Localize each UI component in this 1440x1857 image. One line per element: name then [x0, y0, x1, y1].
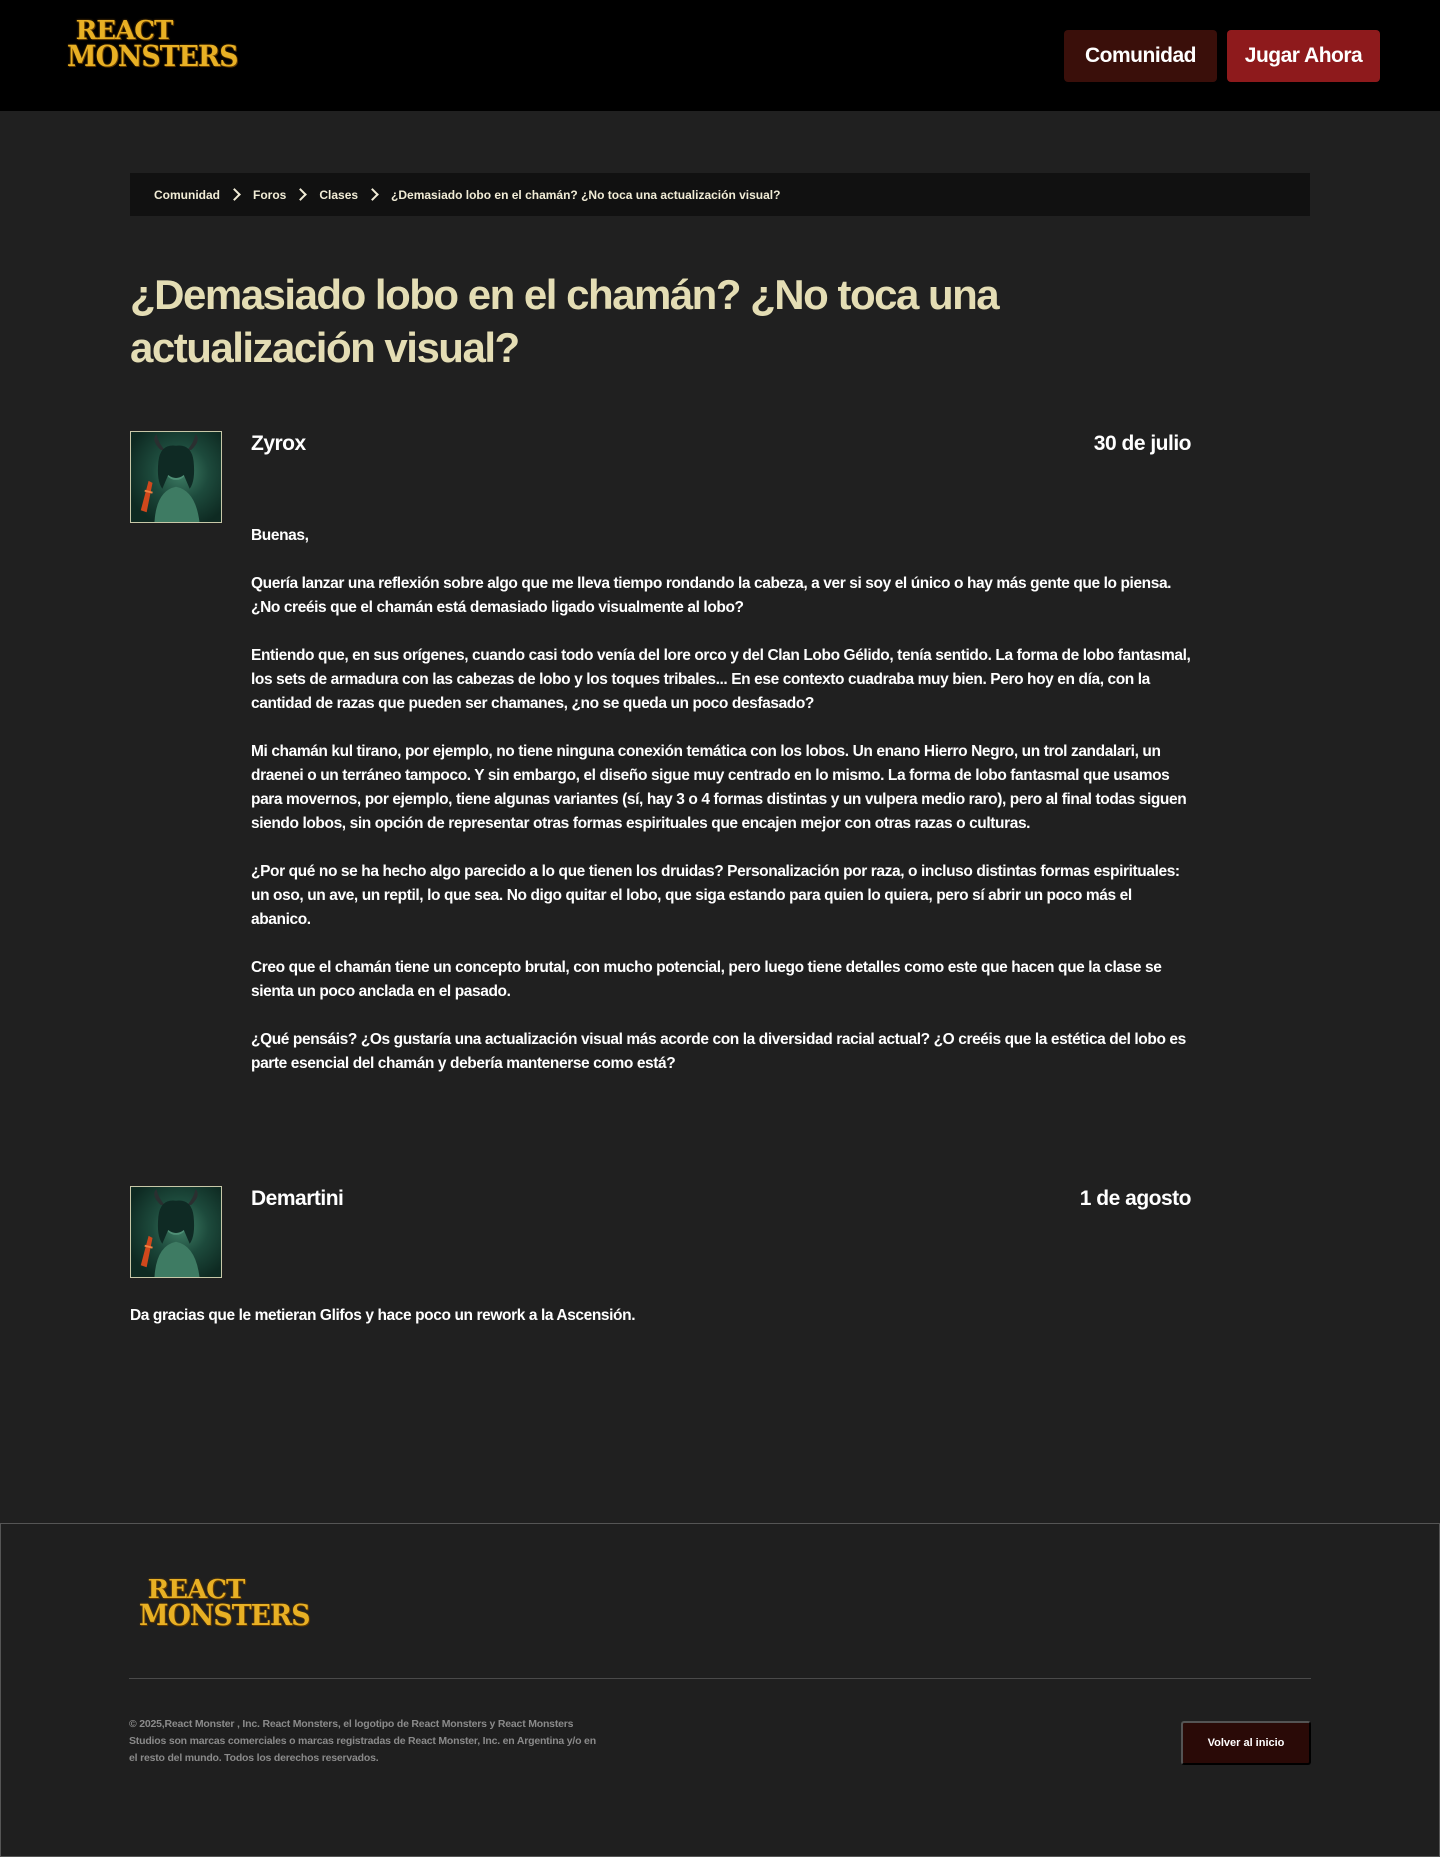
breadcrumb-item-current[interactable]: ¿Demasiado lobo en el chamán? ¿No toca u…	[391, 188, 780, 202]
community-button[interactable]: Comunidad	[1064, 30, 1217, 82]
demon-avatar-icon	[140, 433, 200, 522]
site-footer: REACT MONSTERS © 2025,React Monster , In…	[0, 1523, 1440, 1857]
chevron-right-icon	[228, 188, 241, 201]
play-now-button[interactable]: Jugar Ahora	[1227, 30, 1380, 82]
chevron-right-icon	[366, 188, 379, 201]
demon-avatar-icon	[140, 1188, 200, 1277]
post-paragraph: Creo que el chamán tiene un concepto bru…	[251, 959, 1162, 1000]
footer-logo[interactable]: REACT MONSTERS	[134, 1575, 311, 1639]
post-body: Buenas, Quería lanzar una reflexión sobr…	[251, 524, 1191, 1100]
breadcrumb-item-comunidad[interactable]: Comunidad	[154, 188, 220, 202]
breadcrumb: Comunidad Foros Clases ¿Demasiado lobo e…	[130, 173, 1310, 216]
site-header: REACT MONSTERS Comunidad Jugar Ahora	[0, 0, 1440, 111]
chevron-right-icon	[294, 188, 308, 201]
post-paragraph: ¿Qué pensáis? ¿Os gustaría una actualiza…	[251, 1031, 1186, 1072]
post-author[interactable]: Demartini	[251, 1187, 344, 1211]
post-date: 30 de julio	[1093, 432, 1192, 455]
post-paragraph: Quería lanzar una reflexión sobre algo q…	[251, 575, 1172, 616]
post-paragraph: Buenas,	[251, 527, 309, 544]
post-paragraph: ¿Por qué no se ha hecho algo parecido a …	[251, 863, 1180, 928]
back-to-home-button[interactable]: Volver al inicio	[1181, 1721, 1311, 1765]
legal-text: © 2025,React Monster , Inc. React Monste…	[129, 1718, 596, 1764]
logo-text-line2: MONSTERS	[66, 39, 239, 73]
breadcrumb-item-foros[interactable]: Foros	[253, 188, 286, 202]
post-date: 1 de agosto	[1079, 1187, 1192, 1210]
logo[interactable]: REACT MONSTERS	[62, 16, 239, 80]
reply-body: Da gracias que le metieran Glifos y hace…	[130, 1307, 636, 1324]
footer-divider	[129, 1678, 1311, 1679]
logo-text-line2: MONSTERS	[138, 1598, 311, 1632]
post-author[interactable]: Zyrox	[251, 432, 306, 456]
post-paragraph: Mi chamán kul tirano, por ejemplo, no ti…	[251, 743, 1187, 832]
avatar[interactable]	[130, 1186, 222, 1278]
breadcrumb-item-clases[interactable]: Clases	[319, 188, 358, 202]
avatar[interactable]	[130, 431, 222, 523]
post-paragraph: Entiendo que, en sus orígenes, cuando ca…	[251, 647, 1191, 712]
page-title: ¿Demasiado lobo en el chamán? ¿No toca u…	[130, 271, 1000, 371]
